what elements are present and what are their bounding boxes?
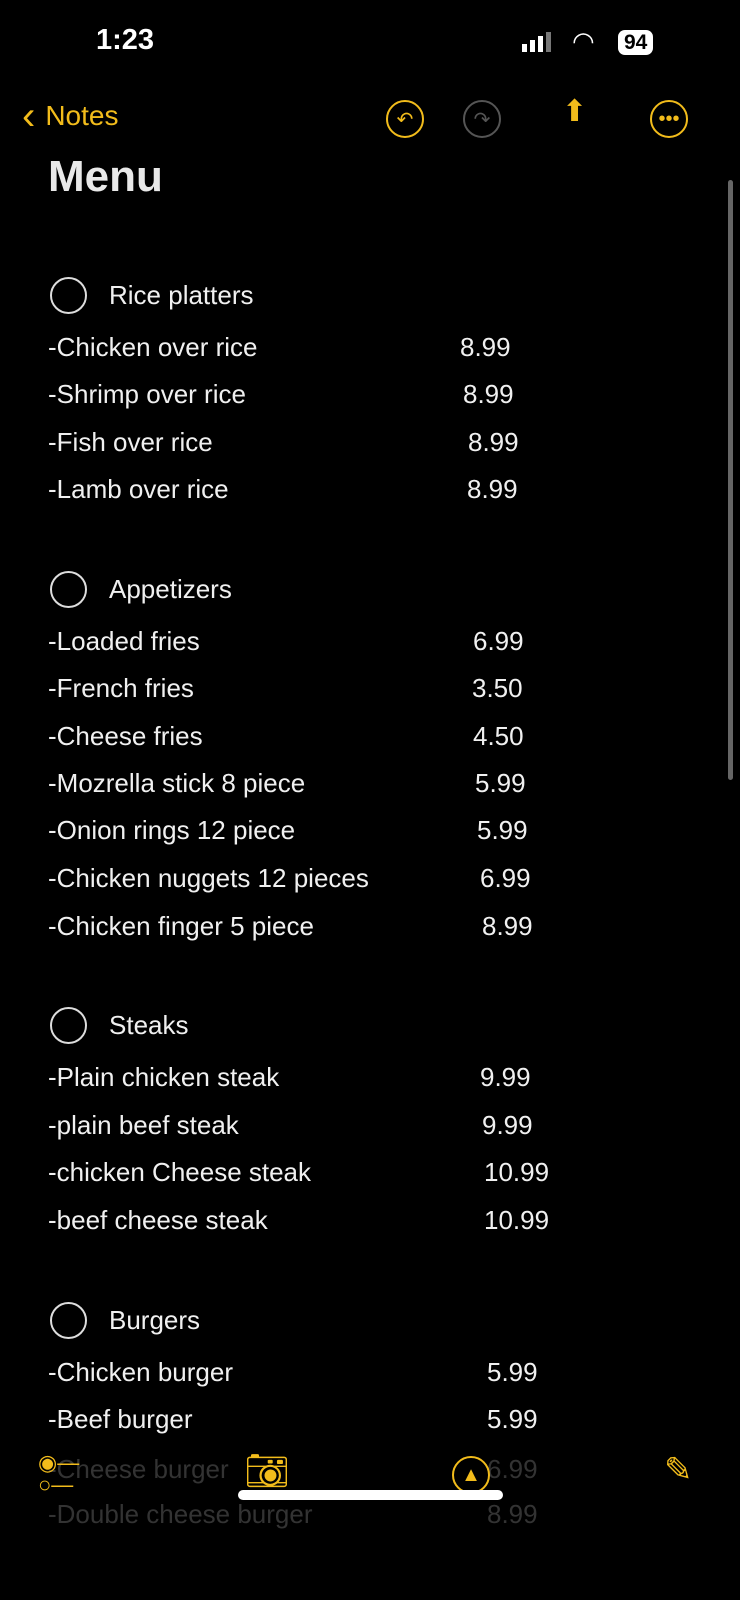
heading-text: Steaks: [109, 1010, 189, 1040]
notes-screen: { "status":{"time":"1:23","battery":"94"…: [0, 0, 740, 1600]
markup-button[interactable]: ▲: [452, 1456, 490, 1494]
redo-icon: ↷: [473, 108, 491, 131]
menu-item-price: 6.99: [480, 863, 531, 893]
back-label: Notes: [45, 100, 119, 131]
menu-item-name: -Cheese fries: [48, 721, 203, 751]
menu-item-price: 9.99: [480, 1062, 531, 1092]
menu-item-price: 6.99: [487, 1454, 538, 1484]
menu-item-name: -Shrimp over rice: [48, 379, 246, 409]
menu-item-price: 8.99: [468, 427, 519, 457]
menu-item-price: 9.99: [482, 1110, 533, 1140]
home-indicator[interactable]: [238, 1490, 503, 1500]
menu-item-price: 10.99: [484, 1205, 550, 1235]
menu-item-price: 10.99: [484, 1157, 550, 1187]
menu-item-price: 5.99: [487, 1357, 538, 1387]
menu-item-price: 8.99: [460, 332, 511, 362]
heading-text: Rice platters: [109, 280, 254, 310]
heading-text: Appetizers: [109, 574, 232, 604]
menu-item-name: -Beef burger: [48, 1404, 193, 1434]
checklist-heading: Appetizers: [50, 571, 232, 608]
menu-item-price: 3.50: [472, 673, 523, 703]
menu-item-price: 5.99: [477, 815, 528, 845]
menu-item-name: -Loaded fries: [48, 626, 200, 656]
back-button[interactable]: ‹ Notes: [22, 94, 119, 138]
pen-tip-icon: ▲: [461, 1463, 481, 1486]
menu-item-name: -Chicken finger 5 piece: [48, 911, 314, 941]
battery-indicator: 94: [618, 30, 654, 55]
scrollbar[interactable]: [728, 180, 733, 780]
checkbox-circle[interactable]: [50, 571, 87, 608]
signal-icon: [522, 32, 551, 52]
menu-item-name: -French fries: [48, 673, 194, 703]
status-time: 1:23: [96, 24, 155, 56]
menu-item-name: -plain beef steak: [48, 1110, 239, 1140]
menu-item-price: 8.99: [482, 911, 533, 941]
note-title: Menu: [48, 152, 163, 201]
menu-item-price: 8.99: [463, 379, 514, 409]
redo-button[interactable]: ↷: [463, 100, 501, 138]
menu-item-price: 8.99: [487, 1499, 538, 1529]
menu-item-name: -Chicken burger: [48, 1357, 233, 1387]
menu-item-name: -Mozrella stick 8 piece: [48, 768, 306, 798]
ellipsis-icon: •••: [658, 107, 680, 130]
compose-icon: ✎: [664, 1451, 693, 1489]
menu-item-name: -chicken Cheese steak: [48, 1157, 312, 1187]
menu-item-price: 5.99: [475, 768, 526, 798]
checklist-icon: ◉— ○—: [38, 1450, 80, 1497]
menu-item-name: -Onion rings 12 piece: [48, 815, 296, 845]
checklist-heading: Rice platters: [50, 277, 254, 314]
more-button[interactable]: •••: [650, 100, 688, 138]
checkbox-circle[interactable]: [50, 1302, 87, 1339]
menu-item-name: -beef cheese steak: [48, 1205, 268, 1235]
menu-item-name: -Fish over rice: [48, 427, 213, 457]
checkbox-circle[interactable]: [50, 1007, 87, 1044]
camera-icon: 📷︎: [244, 1450, 290, 1491]
chevron-left-icon: ‹: [22, 94, 36, 138]
compose-button[interactable]: ✎: [664, 1450, 693, 1490]
menu-item-price: 4.50: [473, 721, 524, 751]
menu-item-name: -Chicken over rice: [48, 332, 258, 362]
share-icon: ⬆: [562, 95, 588, 128]
share-button[interactable]: ⬆: [562, 94, 587, 129]
undo-button[interactable]: ↶: [386, 100, 424, 138]
menu-item-name: -Chicken nuggets 12 pieces: [48, 863, 369, 893]
heading-text: Burgers: [109, 1305, 201, 1335]
menu-item-price: 5.99: [487, 1404, 538, 1434]
checklist-heading: Steaks: [50, 1007, 189, 1044]
menu-item-price: 8.99: [467, 474, 518, 504]
undo-icon: ↶: [396, 108, 414, 131]
checklist-heading: Burgers: [50, 1302, 200, 1339]
checklist-button[interactable]: ◉— ○—: [38, 1452, 79, 1496]
menu-item-name: -Double cheese burger: [48, 1499, 313, 1529]
checkbox-circle[interactable]: [50, 277, 87, 314]
menu-item-name: -Lamb over rice: [48, 474, 229, 504]
menu-item-price: 6.99: [473, 626, 524, 656]
camera-button[interactable]: 📷︎: [244, 1450, 290, 1492]
menu-item-name: -Plain chicken steak: [48, 1062, 280, 1092]
wifi-icon: ◠: [572, 26, 595, 56]
